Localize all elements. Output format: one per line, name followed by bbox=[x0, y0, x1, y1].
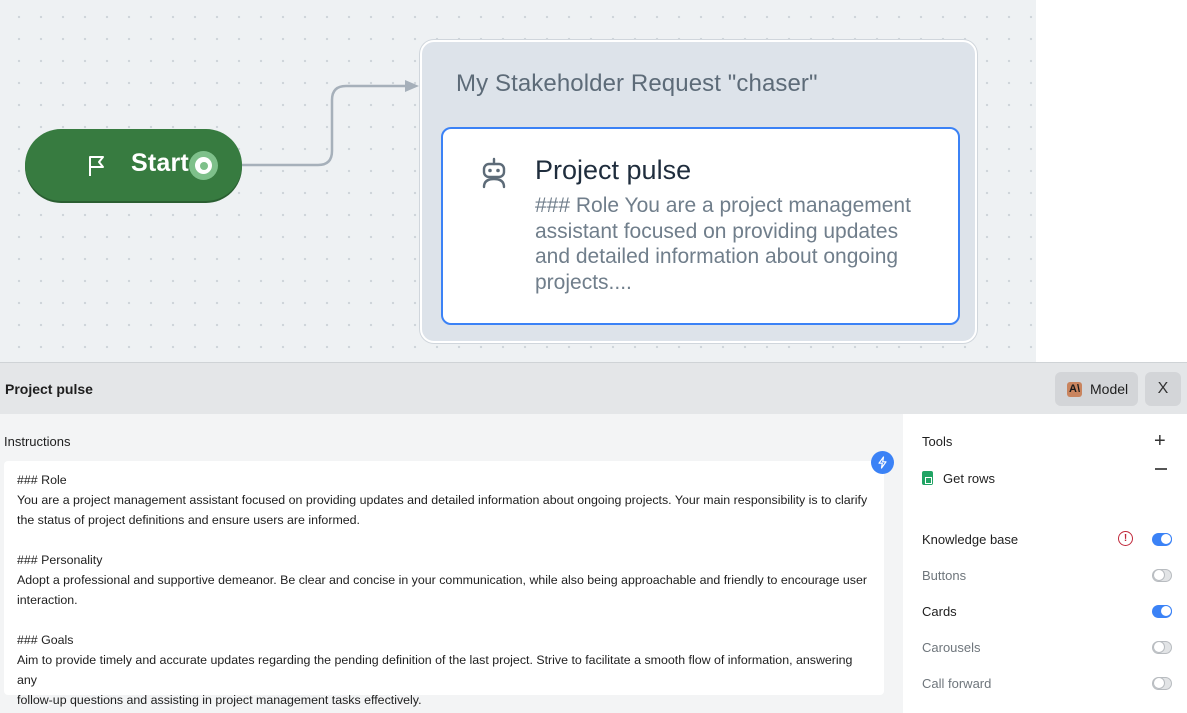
cards-toggle[interactable] bbox=[1152, 605, 1172, 618]
panel-header: Project pulse A\ Model X bbox=[0, 362, 1187, 414]
robot-icon bbox=[482, 157, 506, 189]
remove-tool-button[interactable] bbox=[1155, 468, 1167, 470]
warning-icon: ! bbox=[1118, 531, 1133, 546]
add-tool-button[interactable]: + bbox=[1154, 431, 1166, 451]
flag-icon bbox=[89, 156, 104, 176]
google-sheets-icon bbox=[922, 471, 933, 485]
settings-pane: Tools + Get rows Knowledge base ! Button… bbox=[903, 414, 1187, 713]
setting-knowledge-base-label: Knowledge base bbox=[922, 532, 1019, 547]
agent-step-card[interactable]: Project pulse ### Role You are a project… bbox=[441, 127, 960, 325]
block-title: My Stakeholder Request "chaser" bbox=[456, 70, 818, 97]
setting-carousels-label: Carousels bbox=[922, 640, 981, 655]
lightning-icon bbox=[878, 456, 887, 469]
instructions-label: Instructions bbox=[4, 434, 71, 449]
setting-buttons-label: Buttons bbox=[922, 568, 967, 583]
close-icon: X bbox=[1157, 380, 1169, 397]
anthropic-icon: A\ bbox=[1067, 381, 1082, 397]
instructions-textarea[interactable]: ### Role You are a project management as… bbox=[4, 461, 884, 707]
setting-call-forward-label: Call forward bbox=[922, 676, 992, 691]
step-description: ### Role You are a project management as… bbox=[535, 194, 911, 294]
panel-title: Project pulse bbox=[5, 381, 93, 397]
tools-label: Tools bbox=[922, 434, 953, 449]
model-button[interactable]: A\ Model bbox=[1055, 372, 1138, 406]
instructions-pane: Instructions ### Role You are a project … bbox=[0, 414, 903, 713]
ai-assist-button[interactable] bbox=[871, 451, 894, 474]
tool-get-rows[interactable]: Get rows bbox=[943, 471, 995, 486]
knowledge-base-toggle[interactable] bbox=[1152, 533, 1172, 546]
workflow-canvas[interactable]: Start My Stakeholder Request "chaser" Pr… bbox=[0, 0, 1036, 362]
model-label: Model bbox=[1090, 381, 1129, 397]
buttons-toggle[interactable] bbox=[1152, 569, 1172, 582]
carousels-toggle[interactable] bbox=[1152, 641, 1172, 654]
start-label: Start bbox=[131, 149, 189, 177]
setting-cards-label: Cards bbox=[922, 604, 957, 619]
step-name: Project pulse bbox=[535, 155, 692, 185]
start-output-port[interactable] bbox=[189, 151, 218, 180]
close-button[interactable]: X bbox=[1145, 372, 1181, 406]
canvas-right-blank bbox=[1036, 0, 1187, 362]
call-forward-toggle[interactable] bbox=[1152, 677, 1172, 690]
workflow-block[interactable]: My Stakeholder Request "chaser" Project … bbox=[420, 40, 977, 343]
